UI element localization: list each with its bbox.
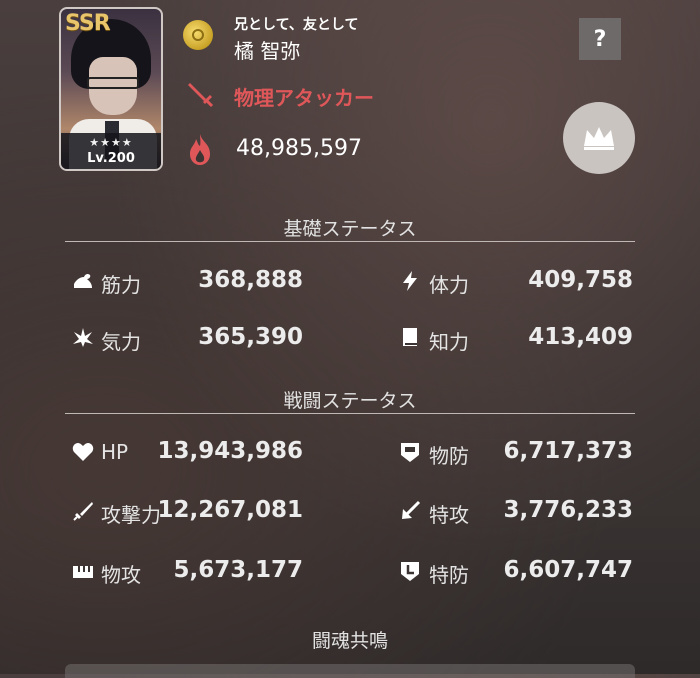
shield-icon <box>401 443 419 462</box>
stat-value-hp: 13,943,986 <box>157 438 303 464</box>
stat-label-attack: 攻撃力 <box>101 503 161 527</box>
resonance-panel[interactable] <box>65 664 635 678</box>
crown-button[interactable] <box>563 102 635 174</box>
crown-icon <box>584 127 614 150</box>
stat-value-stamina: 409,758 <box>528 267 633 293</box>
character-subtitle: 兄として、友として <box>234 17 359 33</box>
stat-value-special-def: 6,607,747 <box>503 557 634 583</box>
portrait-glasses <box>87 77 139 89</box>
lightning-icon <box>403 271 417 291</box>
star-rating: ★★★★ <box>89 136 133 149</box>
fist-icon <box>73 566 93 578</box>
help-button[interactable]: ? <box>579 18 621 60</box>
stat-value-phys-def: 6,717,373 <box>503 438 634 464</box>
basic-status-title: 基礎ステータス <box>283 218 417 240</box>
stat-label-special-atk: 特攻 <box>429 503 469 527</box>
book-icon <box>403 328 417 346</box>
stat-value-attack: 12,267,081 <box>157 497 303 523</box>
stat-label-strength: 筋力 <box>101 273 141 297</box>
special-shield-icon <box>401 562 419 581</box>
stat-value-phys-atk: 5,673,177 <box>173 557 304 583</box>
stat-label-stamina: 体力 <box>429 273 469 297</box>
stat-value-intelligence: 413,409 <box>528 324 633 350</box>
character-card[interactable]: SSR ★★★★ Lv.200 <box>59 7 163 171</box>
basic-status-divider <box>65 241 635 242</box>
combat-power-value: 48,985,597 <box>236 136 362 161</box>
battle-status-title: 戦闘ステータス <box>283 390 417 412</box>
sword-icon <box>73 502 93 521</box>
stat-value-special-atk: 3,776,233 <box>503 497 634 523</box>
stat-label-hp: HP <box>101 440 129 464</box>
level-label: Lv.200 <box>87 151 135 166</box>
coin-icon <box>183 20 213 50</box>
stat-label-special-def: 特防 <box>429 563 469 587</box>
arrow-icon <box>402 500 421 519</box>
rarity-badge: SSR <box>65 11 111 36</box>
character-name: 橘 智弥 <box>234 39 301 63</box>
stat-label-intelligence: 知力 <box>429 330 469 354</box>
spirit-burst-icon <box>73 328 93 347</box>
character-class: 物理アタッカー <box>234 86 374 110</box>
flame-icon <box>190 134 210 165</box>
stat-value-strength: 368,888 <box>198 267 303 293</box>
battle-status-divider <box>65 413 635 414</box>
stat-label-phys-atk: 物攻 <box>101 563 141 587</box>
heart-icon <box>72 443 94 461</box>
resonance-title: 闘魂共鳴 <box>311 630 388 652</box>
arm-strength-icon <box>74 273 92 288</box>
stat-label-phys-def: 物防 <box>429 444 469 468</box>
stat-value-spirit: 365,390 <box>198 324 303 350</box>
stat-label-spirit: 気力 <box>101 330 141 354</box>
sword-class-icon <box>188 83 214 108</box>
